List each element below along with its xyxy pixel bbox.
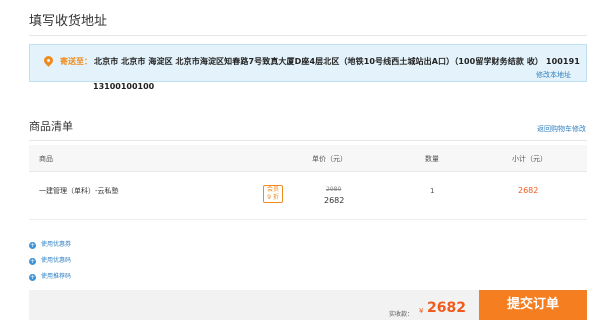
submit-order-button[interactable]: 提交订单 — [479, 290, 587, 320]
amount-due-label: 实收款： — [389, 311, 414, 318]
back-to-cart-link[interactable]: 返回购物车修改 — [537, 124, 586, 134]
ship-to-label: 寄送至： — [60, 57, 92, 66]
use-referral-code-label: 使用推荐码 — [41, 273, 72, 280]
shipping-address-card[interactable]: 寄送至： 北京市 北京市 海淀区 北京市海淀区知春路7号致真大厦D座4层北区（地… — [29, 44, 587, 82]
header-unit-price: 单价（元） — [312, 155, 347, 163]
order-footer: 实收款： ¥ 2682 提交订单 — [29, 290, 587, 320]
divider — [29, 140, 587, 141]
address-section-title: 填写收货地址 — [29, 14, 108, 29]
use-coupon-code-label: 使用优惠码 — [41, 257, 72, 264]
unit-price: 2682 — [324, 196, 345, 205]
location-pin-icon — [42, 54, 55, 67]
header-subtotal: 小计（元） — [512, 155, 547, 163]
goods-section-title: 商品清单 — [29, 120, 73, 133]
edit-address-link[interactable]: 修改本地址 — [536, 70, 571, 80]
currency-symbol: ¥ — [419, 307, 424, 315]
use-coupon-voucher-link[interactable]: + 使用优惠券 — [29, 239, 71, 249]
plus-circle-icon: + — [29, 258, 36, 265]
product-name[interactable]: 一建管理（单科）-云私塾 — [39, 186, 119, 196]
badge-line-2: 9 折 — [267, 194, 279, 201]
use-coupon-code-link[interactable]: + 使用优惠码 — [29, 255, 71, 265]
badge-line-1: 会员 — [266, 186, 279, 193]
member-discount-badge: 会员 9 折 — [263, 185, 283, 203]
plus-circle-icon: + — [29, 274, 36, 281]
use-referral-code-link[interactable]: + 使用推荐码 — [29, 271, 71, 281]
goods-table-header: 商品 单价（元） 数量 小计（元） — [29, 145, 587, 172]
item-quantity: 1 — [430, 187, 435, 195]
item-subtotal: 2682 — [518, 186, 539, 195]
divider — [29, 219, 587, 220]
amount-due-value: 2682 — [427, 300, 466, 316]
recipient-phone: 13100100100 — [93, 82, 155, 91]
plus-circle-icon: + — [29, 242, 36, 249]
divider — [29, 35, 587, 36]
original-price: 2980 — [326, 186, 342, 193]
header-product: 商品 — [39, 155, 53, 163]
header-quantity: 数量 — [425, 155, 439, 163]
use-coupon-voucher-label: 使用优惠券 — [41, 241, 72, 248]
shipping-address-text: 北京市 北京市 海淀区 北京市海淀区知春路7号致真大厦D座4层北区（地铁10号线… — [94, 57, 580, 66]
